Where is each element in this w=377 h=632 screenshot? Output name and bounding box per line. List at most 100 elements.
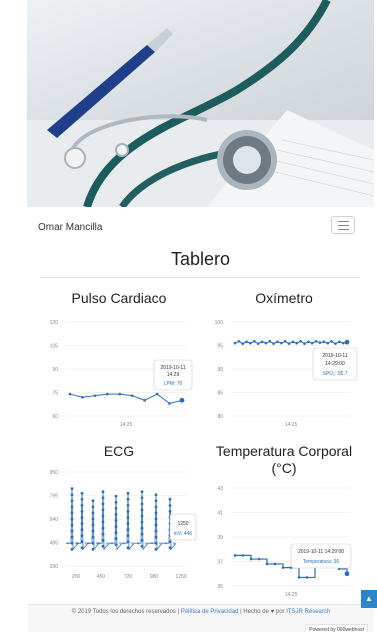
ecg-y-tick-label: 640: [50, 517, 59, 523]
temperature-chart: 43 41 39 37 35 14:25: [217, 486, 351, 598]
ecg-y-tick-label: 950: [50, 470, 59, 476]
scroll-top-button[interactable]: ▲: [361, 590, 377, 608]
oximeter-data-point: [233, 341, 237, 345]
oximeter-data-point: [256, 342, 260, 345]
oximeter-data-point: [295, 341, 299, 345]
temperature-data-point: [265, 562, 269, 566]
oximeter-data-point: [272, 342, 275, 345]
ecg-data-point: [101, 514, 105, 518]
ecg-x-tick-label: 200: [72, 574, 81, 580]
oximeter-data-point: [245, 340, 248, 344]
pulse-tooltip-date: 2019-10-11: [160, 365, 185, 371]
ecg-y-tick-label: 330: [50, 564, 59, 570]
oximeter-data-point: [287, 342, 291, 345]
oximeter-y-tick-label: 100: [215, 320, 224, 326]
temperature-y-tick-label: 41: [217, 511, 223, 517]
oximeter-data-point: [253, 339, 256, 343]
temperature-data-point: [241, 554, 245, 557]
oximeter-y-tick-label: 80: [217, 414, 223, 420]
pulse-y-tick-label: 60: [52, 414, 58, 420]
oximeter-data-point: [260, 340, 264, 344]
oximeter-tooltip-date: 2019-10-11: [322, 353, 347, 359]
oximeter-data-point: [241, 342, 245, 345]
oximeter-y-tick-label: 95: [217, 344, 223, 350]
ecg-data-point: [140, 514, 144, 518]
oximeter-y-tick-label: 85: [217, 391, 223, 397]
powered-by-badge[interactable]: Powered by 000webhost: [305, 624, 368, 632]
oximeter-data-point: [307, 340, 310, 344]
pulse-y-tick-label: 105: [50, 344, 59, 350]
temperature-x-tick-label: 14:25: [285, 592, 298, 598]
pulse-data-point: [130, 394, 134, 397]
oximeter-data-point: [318, 341, 322, 344]
ecg-y-tick-label: 485: [50, 541, 59, 547]
temperature-data-point: [257, 557, 261, 561]
oximeter-data-point: [334, 342, 337, 345]
oximeter-data-point: [276, 340, 279, 344]
ecg-tooltip: 1250 mV: 446: [169, 513, 197, 541]
oximeter-data-point: [291, 340, 295, 344]
ecg-data-point: [154, 517, 158, 521]
oximeter-data-point: [314, 339, 318, 343]
pulse-data-point: [93, 394, 97, 397]
oximeter-data-point: [280, 341, 283, 345]
temperature-y-tick-label: 39: [217, 535, 223, 541]
pulse-data-point: [143, 399, 146, 402]
oximeter-data-point: [344, 339, 350, 345]
pulse-data-point: [168, 402, 171, 405]
ecg-tooltip-x: 1250: [177, 521, 188, 527]
pulse-data-point: [106, 392, 109, 396]
oximeter-data-point: [249, 341, 252, 345]
pulse-x-tick-label: 14:25: [120, 422, 133, 428]
charts-canvas: 120 105 90 75 60 14:25 100 95 90 85 80 14:25 950 79…: [50, 320, 358, 598]
oximeter-data-point: [326, 341, 329, 345]
pulse-y-tick-label: 75: [52, 391, 58, 397]
pulse-y-tick-label: 120: [50, 320, 59, 326]
oximeter-data-point: [337, 340, 341, 344]
oximeter-data-point: [322, 340, 326, 344]
ecg-x-tick-label: 450: [97, 574, 106, 580]
pulse-data-point: [81, 395, 84, 399]
oximeter-data-point: [237, 339, 241, 343]
temperature-y-tick-label: 35: [217, 584, 223, 590]
oximeter-data-point: [264, 341, 268, 345]
ecg-data-point: [70, 517, 74, 521]
ecg-data-point: [80, 516, 84, 519]
oximeter-tooltip-time: 14:29:00: [325, 361, 345, 367]
ecg-tooltip-value: mV: 446: [174, 531, 193, 537]
pulse-data-point: [179, 397, 185, 403]
oximeter-tooltip: 2019-10-11 14:29:00 SPO₂: 95.7: [312, 347, 358, 381]
temperature-data-point: [233, 554, 237, 557]
temperature-data-point: [273, 562, 277, 566]
pulse-tooltip-time: 14:29: [167, 372, 180, 378]
pulse-series-line: [69, 393, 183, 405]
temperature-data-point: [297, 576, 301, 579]
oximeter-series-line: [234, 340, 348, 345]
pulse-data-point: [68, 392, 72, 396]
temperature-data-point: [344, 571, 350, 577]
footer-made-by: | Hecho de ♥ por: [240, 609, 285, 615]
pulse-data-point: [118, 392, 122, 396]
oximeter-data-point: [310, 341, 314, 345]
pulse-data-point: [155, 392, 159, 396]
temperature-y-tick-label: 43: [217, 486, 223, 492]
oximeter-y-tick-label: 90: [217, 367, 223, 373]
temperature-data-point: [249, 557, 253, 561]
temperature-tooltip: 2019-10-11 14:29:00 Temperatura: 36: [290, 543, 352, 569]
temperature-data-point: [281, 566, 285, 569]
oximeter-tooltip-value: SPO₂: 95.7: [322, 371, 347, 377]
ecg-chart: 950 795 640 485 330 200 450 720 980 1250: [50, 470, 187, 580]
org-link[interactable]: ITSJR Research: [286, 609, 330, 615]
footer: © 2019 Todos los derechos reservados | P…: [28, 604, 374, 632]
ecg-x-tick-label: 980: [150, 574, 159, 580]
arrow-up-icon: ▲: [365, 594, 373, 603]
pulse-tooltip: 2019-10-11 14:29 LPM: 70: [153, 359, 193, 391]
oximeter-data-point: [330, 339, 333, 343]
oximeter-x-tick-label: 14:25: [285, 422, 298, 428]
oximeter-data-point: [341, 341, 345, 345]
privacy-policy-link[interactable]: Política de Privacidad: [181, 609, 239, 615]
temperature-y-tick-label: 37: [217, 560, 223, 566]
oximeter-data-point: [283, 339, 287, 343]
ecg-data-point: [126, 516, 130, 519]
oximeter-data-point: [303, 342, 306, 345]
